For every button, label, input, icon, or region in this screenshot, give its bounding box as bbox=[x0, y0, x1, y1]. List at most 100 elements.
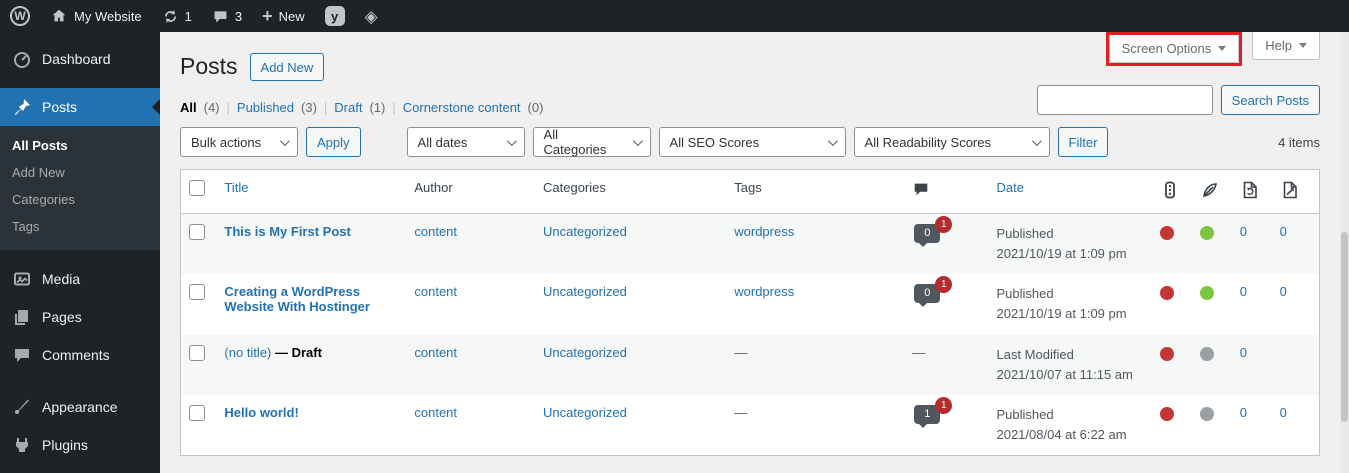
table-row: This is My First Post content Uncategori… bbox=[180, 213, 1320, 275]
seo-scores-filter-select[interactable]: All SEO Scores bbox=[658, 127, 846, 157]
bulk-actions-select[interactable]: Bulk actions bbox=[180, 127, 298, 157]
category-link[interactable]: Uncategorized bbox=[543, 345, 627, 360]
view-cornerstone[interactable]: Cornerstone content bbox=[403, 100, 521, 115]
post-title-link[interactable]: (no title) bbox=[224, 345, 271, 360]
select-all-checkbox[interactable] bbox=[189, 180, 205, 196]
author-link[interactable]: content bbox=[414, 345, 457, 360]
search-posts-button[interactable]: Search Posts bbox=[1220, 85, 1320, 115]
dashboard-icon bbox=[12, 49, 32, 69]
comment-count: 3 bbox=[234, 8, 243, 24]
incoming-links-column-icon bbox=[1240, 181, 1260, 203]
category-link[interactable]: Uncategorized bbox=[543, 284, 627, 299]
apply-button[interactable]: Apply bbox=[306, 127, 361, 157]
row-checkbox[interactable] bbox=[189, 344, 205, 361]
tag-link[interactable]: wordpress bbox=[734, 284, 794, 299]
page-scrollbar[interactable] bbox=[1340, 32, 1349, 473]
post-title-link[interactable]: Hello world! bbox=[224, 405, 298, 420]
site-name: My Website bbox=[74, 8, 142, 24]
update-count: 1 bbox=[184, 8, 192, 24]
outgoing-links-count[interactable]: 0 bbox=[1280, 224, 1287, 239]
post-date: 2021/10/19 at 1:09 pm bbox=[996, 246, 1127, 262]
pending-comments-badge[interactable]: 1 bbox=[935, 396, 953, 414]
pending-comments-badge[interactable]: 1 bbox=[935, 276, 953, 294]
sidebar-item-users[interactable]: Users bbox=[0, 464, 160, 473]
sidebar-item-media[interactable]: Media bbox=[0, 260, 160, 298]
wordpress-logo[interactable]: W bbox=[0, 0, 40, 32]
screen-options-button[interactable]: Screen Options bbox=[1108, 35, 1240, 63]
incoming-links-count[interactable]: 0 bbox=[1240, 224, 1247, 239]
submenu-categories[interactable]: Categories bbox=[0, 186, 160, 213]
media-icon bbox=[12, 269, 32, 289]
submenu-add-new[interactable]: Add New bbox=[0, 159, 160, 186]
paintbrush-icon bbox=[12, 397, 32, 417]
sidebar-item-posts[interactable]: Posts bbox=[0, 88, 160, 126]
incoming-links-count[interactable]: 0 bbox=[1240, 405, 1247, 420]
sidebar-label-appearance: Appearance bbox=[42, 399, 118, 415]
row-checkbox[interactable] bbox=[189, 284, 205, 301]
view-separator: | bbox=[323, 100, 328, 115]
category-link[interactable]: Uncategorized bbox=[543, 224, 627, 239]
row-checkbox[interactable] bbox=[189, 404, 205, 421]
row-checkbox[interactable] bbox=[189, 224, 205, 240]
plugin-diamond-menu[interactable]: ◈ bbox=[355, 0, 388, 32]
comments-indicator[interactable]: 3 bbox=[202, 0, 252, 32]
pages-icon bbox=[12, 307, 32, 327]
sidebar-label-comments: Comments bbox=[42, 347, 110, 363]
post-title-suffix: — Draft bbox=[271, 344, 322, 360]
help-button[interactable]: Help bbox=[1252, 32, 1320, 60]
new-content-button[interactable]: + New bbox=[252, 0, 315, 32]
add-new-button[interactable]: Add New bbox=[249, 53, 325, 81]
submenu-tags[interactable]: Tags bbox=[0, 213, 160, 240]
readability-score-dot bbox=[1199, 286, 1214, 301]
sidebar-item-plugins[interactable]: Plugins bbox=[0, 426, 160, 464]
pending-comments-badge[interactable]: 1 bbox=[935, 216, 953, 233]
categories-filter-select[interactable]: All Categories bbox=[532, 127, 651, 157]
search-input[interactable] bbox=[1036, 85, 1213, 115]
comments-empty-dash: — bbox=[912, 344, 926, 360]
author-link[interactable]: content bbox=[414, 284, 457, 299]
tag-link[interactable]: wordpress bbox=[734, 224, 794, 239]
submenu-all-posts[interactable]: All Posts bbox=[0, 132, 160, 159]
view-draft[interactable]: Draft bbox=[334, 100, 362, 115]
readability-scores-filter-select[interactable]: All Readability Scores bbox=[853, 127, 1050, 157]
list-toolbar: Bulk actions Apply All dates All Categor… bbox=[180, 127, 1320, 157]
comment-bubble-icon bbox=[212, 8, 229, 25]
outgoing-links-count[interactable]: 0 bbox=[1280, 405, 1287, 420]
sidebar-label-dashboard: Dashboard bbox=[42, 51, 111, 67]
sidebar-label-pages: Pages bbox=[42, 309, 82, 325]
author-link[interactable]: content bbox=[414, 224, 457, 239]
sidebar-item-pages[interactable]: Pages bbox=[0, 298, 160, 336]
seo-score-dot bbox=[1159, 406, 1174, 421]
post-title-link[interactable]: This is My First Post bbox=[224, 224, 350, 239]
screen-options-highlight: Screen Options bbox=[1105, 32, 1243, 66]
incoming-links-count[interactable]: 0 bbox=[1240, 345, 1247, 360]
help-label: Help bbox=[1265, 38, 1292, 53]
sort-date-header[interactable]: Date bbox=[996, 180, 1023, 195]
sidebar-label-posts: Posts bbox=[42, 99, 78, 115]
sidebar-item-appearance[interactable]: Appearance bbox=[0, 388, 160, 426]
view-draft-count: (1) bbox=[369, 100, 386, 115]
sort-title-header[interactable]: Title bbox=[224, 180, 248, 195]
post-title-link[interactable]: Creating a WordPress Website With Hostin… bbox=[224, 284, 370, 314]
view-published-count: (3) bbox=[301, 100, 317, 115]
table-row: Creating a WordPress Website With Hostin… bbox=[181, 274, 1320, 334]
incoming-links-count[interactable]: 0 bbox=[1240, 284, 1247, 299]
screen-meta: Screen Options Help bbox=[1105, 32, 1320, 66]
seo-score-dot bbox=[1159, 226, 1174, 240]
updates-indicator[interactable]: 1 bbox=[152, 0, 202, 32]
view-published[interactable]: Published bbox=[237, 100, 294, 115]
view-all[interactable]: All bbox=[180, 100, 197, 115]
filter-button[interactable]: Filter bbox=[1057, 127, 1109, 157]
site-name-link[interactable]: My Website bbox=[40, 0, 152, 32]
author-link[interactable]: content bbox=[414, 405, 457, 420]
sidebar-item-dashboard[interactable]: Dashboard bbox=[0, 40, 160, 78]
dates-filter-select[interactable]: All dates bbox=[406, 127, 525, 157]
readability-score-dot bbox=[1199, 406, 1214, 421]
scrollbar-thumb[interactable] bbox=[1341, 232, 1348, 422]
sidebar-item-comments[interactable]: Comments bbox=[0, 336, 160, 374]
category-link[interactable]: Uncategorized bbox=[543, 405, 627, 420]
yoast-seo-menu[interactable]: y bbox=[315, 0, 355, 32]
outgoing-links-count[interactable]: 0 bbox=[1280, 284, 1287, 299]
yoast-icon: y bbox=[324, 6, 345, 26]
posts-table: Title Author Categories Tags Date This i… bbox=[180, 169, 1320, 457]
